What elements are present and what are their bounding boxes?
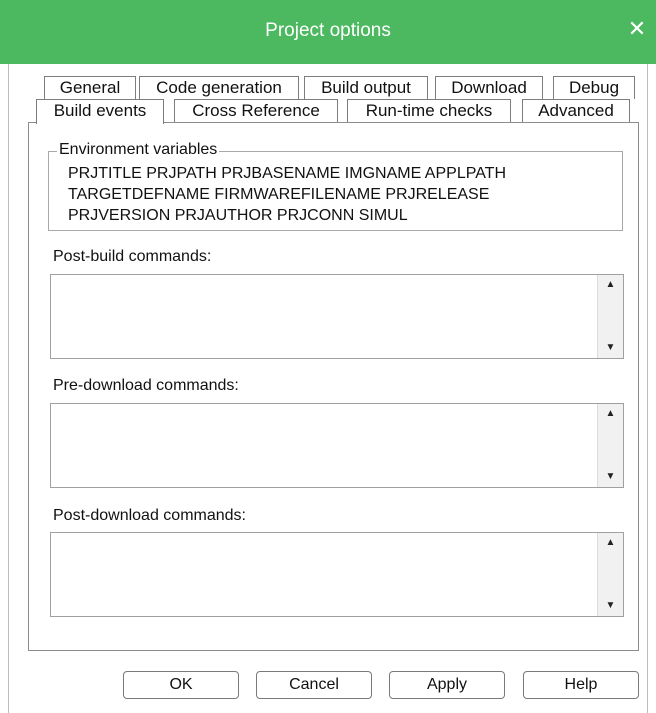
tab-advanced[interactable]: Advanced [522, 99, 630, 122]
apply-button[interactable]: Apply [389, 671, 505, 699]
close-icon[interactable]: ✕ [626, 18, 648, 40]
tab-debug[interactable]: Debug [553, 76, 635, 99]
post-download-commands-input[interactable]: ▲ ▼ [50, 532, 624, 617]
post-download-scrollbar[interactable]: ▲ ▼ [597, 533, 623, 616]
ok-button[interactable]: OK [123, 671, 239, 699]
environment-variables-legend: Environment variables [57, 141, 220, 159]
scroll-track[interactable] [598, 424, 623, 467]
post-build-commands-input[interactable]: ▲ ▼ [50, 274, 624, 359]
title-bar: Project options ✕ [0, 0, 656, 64]
pre-download-commands-input[interactable]: ▲ ▼ [50, 403, 624, 488]
arrow-up-icon[interactable]: ▲ [598, 275, 623, 295]
pre-download-scrollbar[interactable]: ▲ ▼ [597, 404, 623, 487]
scroll-track[interactable] [598, 295, 623, 338]
tab-build-events[interactable]: Build events [36, 99, 164, 124]
post-build-scrollbar[interactable]: ▲ ▼ [597, 275, 623, 358]
pre-download-label: Pre-download commands: [53, 377, 239, 394]
scroll-track[interactable] [598, 553, 623, 596]
tab-general[interactable]: General [44, 76, 136, 99]
tab-download[interactable]: Download [435, 76, 543, 99]
window-title: Project options [265, 20, 391, 41]
tab-run-time-checks[interactable]: Run-time checks [347, 99, 511, 122]
environment-line: PRJTITLE PRJPATH PRJBASENAME IMGNAME APP… [68, 165, 507, 182]
cancel-button[interactable]: Cancel [256, 671, 372, 699]
arrow-up-icon[interactable]: ▲ [598, 533, 623, 553]
help-button[interactable]: Help [523, 671, 639, 699]
environment-line: PRJVERSION PRJAUTHOR PRJCONN SIMUL [68, 207, 408, 224]
tab-code-generation[interactable]: Code generation [139, 76, 299, 99]
environment-line: TARGETDEFNAME FIRMWAREFILENAME PRJRELEAS… [68, 186, 490, 203]
post-build-label: Post-build commands: [53, 248, 212, 265]
post-download-label: Post-download commands: [53, 507, 246, 524]
arrow-up-icon[interactable]: ▲ [598, 404, 623, 424]
tab-cross-reference[interactable]: Cross Reference [174, 99, 338, 122]
arrow-down-icon[interactable]: ▼ [598, 338, 623, 358]
tab-build-output[interactable]: Build output [304, 76, 428, 99]
environment-variables-list: PRJTITLE PRJPATH PRJBASENAME IMGNAME APP… [68, 163, 608, 226]
arrow-down-icon[interactable]: ▼ [598, 467, 623, 487]
arrow-down-icon[interactable]: ▼ [598, 596, 623, 616]
